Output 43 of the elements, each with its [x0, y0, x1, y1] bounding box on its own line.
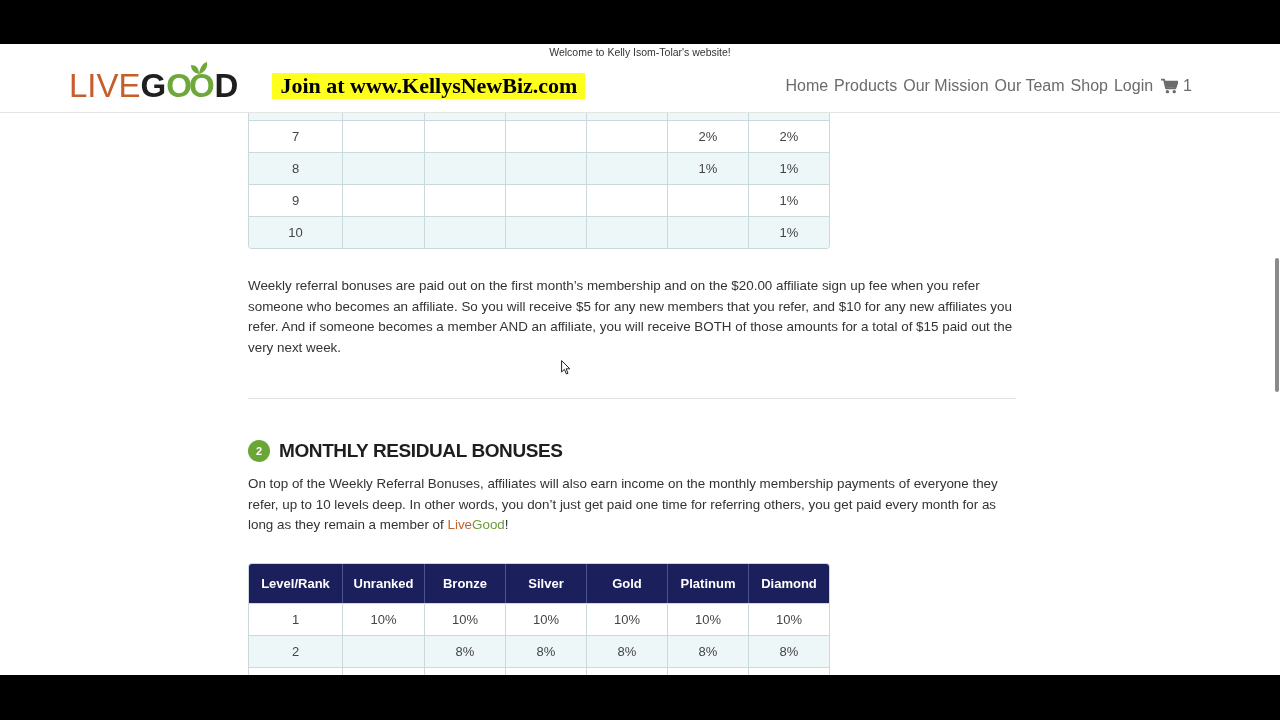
nav-link[interactable]: Our Team	[994, 76, 1065, 95]
table-cell-text: 9	[290, 192, 301, 210]
cart-link[interactable]: 1	[1161, 76, 1192, 95]
nav-link[interactable]: Home	[785, 76, 829, 95]
table-cell: 10%	[748, 603, 829, 635]
column-header: Unranked	[342, 563, 424, 603]
table-cell: 8%	[424, 635, 505, 667]
leaf-icon	[190, 61, 208, 74]
body-paragraph: On top of the Weekly Referral Bonuses, affiliates will also earn income on the monthly membership payments of everyone they refer, up to 10 levels deep. In other words, you don’t just get paid one time for referring others, you get paid every month for as long as they remain a member of LiveGood!	[248, 475, 999, 534]
mouse-cursor-icon	[561, 360, 571, 375]
body-paragraph: Weekly referral bonuses are paid out on the first month’s membership and on the $20.00 affiliate sign up fee when you refer someone who becomes an affiliate. So you will receive $5 for any new members that you refer, and $10 for any new affiliates you refer. And if someone becomes a member AND an affiliate, you will receive BOTH of those amounts for a total of $15 paid out the very next week.	[248, 277, 1014, 357]
table-cell-text: 10	[287, 224, 304, 242]
table-cell: 8%	[667, 635, 748, 667]
table-cell-text: 1	[290, 610, 301, 629]
column-header: Level/Rank	[260, 574, 331, 593]
nav-link[interactable]: Products	[834, 76, 898, 95]
table-cell-text: 2	[290, 642, 301, 661]
nav-link[interactable]: Shop	[1070, 76, 1108, 95]
table-cell: 10%	[424, 603, 505, 635]
table-cell: 10%	[342, 603, 424, 635]
nav-link[interactable]: Our Mission	[903, 76, 989, 95]
column-header: Gold	[586, 563, 667, 603]
welcome-text: Welcome to Kelly Isom-Tolar's website!	[549, 45, 731, 60]
cart-icon	[1161, 77, 1179, 94]
site-logo[interactable]: LIVEGOOD	[69, 68, 239, 103]
table-cell: 8%	[505, 635, 586, 667]
step-number-badge: 2	[248, 440, 270, 462]
column-header: Platinum	[667, 563, 748, 603]
table-cell: 10%	[505, 603, 586, 635]
table-cell: 10%	[667, 603, 748, 635]
table-cell: 8%	[748, 635, 829, 667]
column-header: Bronze	[424, 563, 505, 603]
table-cell-text: 8	[290, 160, 301, 178]
join-banner: Join at www.KellysNewBiz.com	[272, 72, 586, 99]
column-header: Silver	[505, 563, 586, 603]
table-cell-text: 7	[290, 128, 301, 146]
table-cell: 10%	[586, 603, 667, 635]
column-header: Diamond	[748, 563, 829, 603]
scrollbar-thumb[interactable]	[1275, 258, 1279, 392]
table-cell: 8%	[586, 635, 667, 667]
nav-link[interactable]: Login	[1113, 76, 1154, 95]
section-heading: MONTHLY RESIDUAL BONUSES	[279, 440, 563, 462]
table-cell: 1%	[748, 217, 829, 248]
